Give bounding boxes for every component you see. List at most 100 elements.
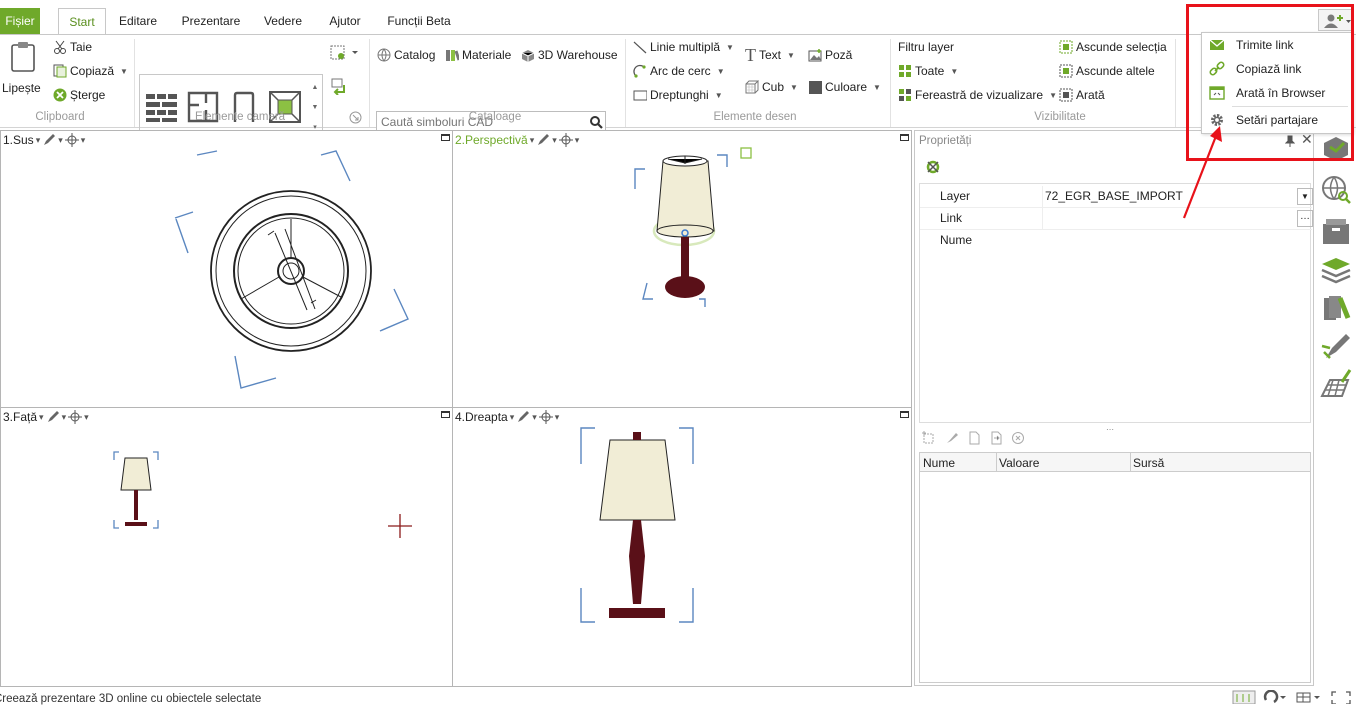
maximize-icon[interactable] [441, 134, 450, 141]
cut-label: Taie [70, 40, 93, 54]
storage-box-icon[interactable] [1320, 216, 1352, 246]
materials-palette-icon[interactable] [1320, 292, 1352, 324]
warehouse-icon [521, 50, 535, 62]
3d-warehouse-button[interactable]: 3D Warehouse [521, 46, 618, 64]
tab-presentation[interactable]: Prezentare [176, 8, 246, 34]
search-icon[interactable] [589, 115, 603, 129]
pin-icon[interactable] [1285, 135, 1295, 147]
maximize-icon[interactable] [900, 411, 909, 418]
layers-grid-icon [899, 65, 911, 77]
maximize-icon[interactable] [900, 134, 909, 141]
tab-beta-features[interactable]: Funcții Beta [382, 8, 456, 34]
add-attribute-icon[interactable] [921, 431, 937, 445]
catalog-button[interactable]: Catalog [377, 46, 435, 64]
room-tools-button[interactable] [330, 45, 358, 64]
ribbon-tab-bar: Fișier Start Editare Prezentare Vedere A… [0, 8, 1356, 35]
fullscreen-icon[interactable] [1330, 690, 1352, 704]
tab-view[interactable]: Vedere [258, 8, 308, 34]
show-label: Arată [1076, 88, 1105, 102]
link-field[interactable]: … [1042, 208, 1313, 229]
lamp-front-view-drawing [113, 451, 412, 538]
share-dropdown-menu: Trimite link Copiază link Arată în Brows… [1201, 32, 1353, 134]
text-button[interactable]: T Text ▼ [745, 44, 795, 65]
hide-selection-button[interactable]: Ascunde selecția [1059, 38, 1167, 56]
cut-button[interactable]: Taie [53, 38, 92, 56]
show-button[interactable]: Arată [1059, 86, 1105, 104]
column-header[interactable]: Valoare [996, 453, 1039, 472]
viewport-front[interactable]: 3.Față ▾ ▾ ▾ [0, 407, 453, 687]
rotate-icon[interactable] [1262, 690, 1286, 704]
envelope-icon [1209, 39, 1225, 50]
group-label-draw: Elemente desen [713, 111, 797, 123]
dialog-launcher-icon[interactable] [349, 111, 362, 124]
viewport-dropdown[interactable]: Fereastră de vizualizare ▼ [898, 86, 1057, 104]
column-header[interactable]: Sursă [1130, 453, 1164, 472]
globe-search-icon[interactable] [1320, 174, 1352, 206]
delete-label: Șterge [70, 88, 106, 102]
clipboard-icon [11, 42, 35, 72]
color-button[interactable]: Culoare ▼ [808, 78, 881, 96]
group-label-catalogs: Cataloage [468, 111, 522, 123]
layer-all-dropdown[interactable]: Toate ▼ [898, 62, 958, 80]
polyline-button[interactable]: Linie multiplă ▼ [633, 38, 734, 56]
share-button[interactable] [1318, 9, 1352, 31]
paste-button[interactable]: Lipește [2, 39, 44, 99]
terrain-grid-icon[interactable] [1320, 368, 1352, 400]
maximize-icon[interactable] [441, 411, 450, 418]
object-properties-icon[interactable] [924, 158, 942, 176]
image-button[interactable]: Poză [808, 46, 852, 64]
ribbon-separator [890, 39, 891, 127]
layout-icon[interactable] [1296, 690, 1324, 704]
rectangle-button[interactable]: Dreptunghi ▼ [633, 86, 723, 104]
viewport-perspective[interactable]: 2.Perspectivă ▾ ▾ ▾ [452, 130, 912, 408]
properties-grid: Layer 72_EGR_BASE_IMPORT ▼ Link … Nume [919, 183, 1313, 423]
rectangle-icon [633, 90, 647, 101]
column-header[interactable]: Nume [923, 456, 955, 470]
menu-item-copy-link[interactable]: Copiază link [1202, 58, 1352, 80]
chevron-down-icon[interactable]: ▼ [1297, 188, 1313, 205]
layer-filter-text: Filtru layer [898, 40, 955, 54]
properties-title: Proprietăți [919, 135, 972, 147]
chevron-down-icon: ▼ [120, 66, 128, 76]
splitter-handle[interactable]: ⋯ [1106, 425, 1114, 434]
tab-help[interactable]: Ajutor [320, 8, 370, 34]
layers-icon[interactable] [1320, 254, 1352, 284]
materials-icon [446, 50, 459, 61]
menu-item-label: Setări partajare [1236, 113, 1319, 127]
hide-selection-label: Ascunde selecția [1076, 40, 1167, 54]
copy-button[interactable]: Copiază ▼ [53, 62, 128, 80]
chevron-down-icon: ▼ [1049, 90, 1057, 100]
browser-window-icon [1209, 86, 1225, 100]
new-document-icon[interactable] [967, 431, 981, 445]
menu-item-show-in-browser[interactable]: Arată în Browser [1202, 82, 1352, 104]
materials-button[interactable]: Materiale [445, 46, 511, 64]
group-label-clipboard: Clipboard [35, 111, 85, 123]
cube-tools-icon[interactable] [1320, 133, 1352, 163]
ellipsis-button[interactable]: … [1297, 210, 1313, 227]
tab-start[interactable]: Start [58, 8, 106, 35]
import-icon[interactable] [989, 431, 1003, 445]
text-icon: T [745, 44, 756, 65]
viewport-top[interactable]: 1.Sus ▾ ▾ ▾ [0, 130, 453, 408]
paste-label: Lipește [2, 81, 41, 95]
grid-settings-icon [330, 45, 358, 60]
menu-item-send-link[interactable]: Trimite link [1202, 34, 1352, 56]
ribbon-separator [369, 39, 370, 127]
tab-edit[interactable]: Editare [112, 8, 164, 34]
hide-others-button[interactable]: Ascunde altele [1059, 62, 1155, 80]
delete-button[interactable]: Șterge [53, 86, 105, 104]
gallery-scroll[interactable]: ▲ ▼ ▾ [309, 78, 321, 138]
status-bar: Creează prezentare 3D online cu obiectel… [0, 688, 1356, 705]
cube-button[interactable]: Cub ▼ [745, 78, 798, 96]
remove-icon[interactable] [1011, 431, 1025, 445]
brush-icon[interactable] [945, 431, 959, 445]
rectangle-label: Dreptunghi [650, 88, 709, 102]
room-insert-button[interactable] [330, 77, 348, 98]
scissors-icon [54, 40, 66, 54]
layer-select[interactable]: 72_EGR_BASE_IMPORT ▼ [1042, 186, 1313, 207]
arc-button[interactable]: Arc de cerc ▼ [633, 62, 725, 80]
tab-file[interactable]: Fișier [0, 8, 40, 34]
draw-pen-icon[interactable] [1320, 330, 1352, 362]
snap-grid-icon[interactable] [1232, 690, 1256, 704]
viewport-right[interactable]: 4.Dreapta ▾ ▾ ▾ [452, 407, 912, 687]
